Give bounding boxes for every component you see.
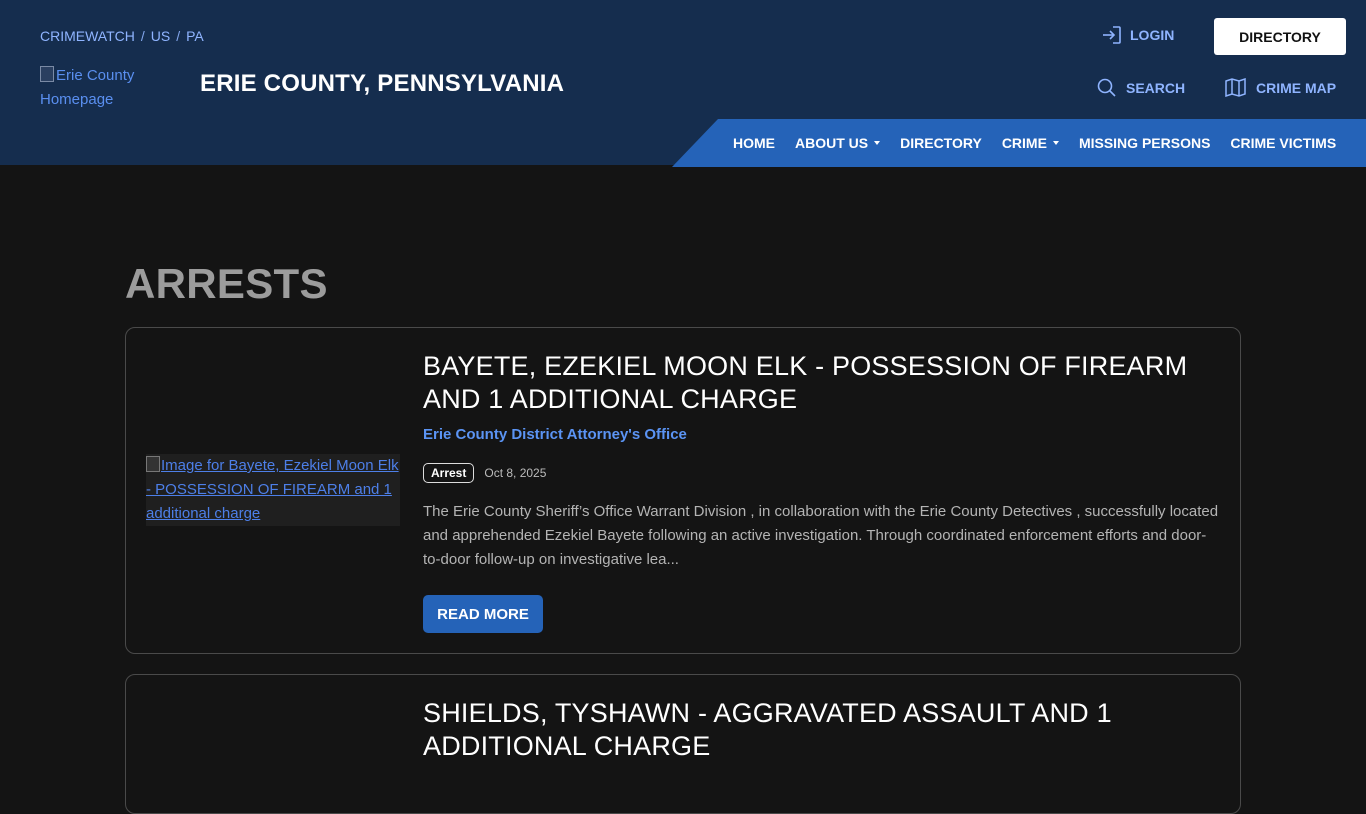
card-title-link[interactable]: SHIELDS, TYSHAWN - AGGRAVATED ASSAULT AN… <box>423 697 1223 763</box>
caret-down-icon <box>1052 141 1059 145</box>
nav-crime-label: CRIME <box>1001 135 1047 151</box>
breadcrumb-separator: / <box>176 28 181 44</box>
nav-missing-persons-label: MISSING PERSONS <box>1078 135 1211 151</box>
card-image-link[interactable]: Image for Bayete, Ezekiel Moon Elk - POS… <box>146 454 400 526</box>
nav-directory-label: DIRECTORY <box>900 135 982 151</box>
nav-crime-victims-label: CRIME VICTIMS <box>1230 135 1337 151</box>
search-link[interactable]: SEARCH <box>1097 78 1185 97</box>
login-arrow-icon <box>1103 26 1121 44</box>
nav-about-us[interactable]: ABOUT US <box>795 135 881 151</box>
search-icon <box>1097 78 1116 97</box>
map-icon <box>1225 78 1246 97</box>
card-image-alt: Image for Bayete, Ezekiel Moon Elk - POS… <box>146 457 399 522</box>
site-title[interactable]: ERIE COUNTY, PENNSYLVANIA <box>200 70 564 98</box>
breadcrumb-crimewatch[interactable]: CRIMEWATCH <box>40 28 135 44</box>
main-nav: HOME ABOUT US DIRECTORY CRIME MISSING PE… <box>733 119 1356 167</box>
breadcrumb: CRIMEWATCH / US / PA <box>40 28 204 44</box>
arrest-card: Image for Bayete, Ezekiel Moon Elk - POS… <box>125 327 1241 654</box>
read-more-button[interactable]: READ MORE <box>423 595 543 633</box>
crime-map-label: CRIME MAP <box>1256 79 1337 96</box>
nav-directory[interactable]: DIRECTORY <box>900 135 982 151</box>
nav-about-us-label: ABOUT US <box>795 135 869 151</box>
directory-button[interactable]: DIRECTORY <box>1214 18 1346 55</box>
site-logo-link[interactable]: Erie County Homepage <box>40 64 160 112</box>
nav-crime[interactable]: CRIME <box>1002 135 1059 151</box>
card-meta: Arrest Oct 8, 2025 <box>423 463 546 483</box>
caret-down-icon <box>874 141 881 145</box>
arrest-card: SHIELDS, TYSHAWN - AGGRAVATED ASSAULT AN… <box>125 674 1241 814</box>
logo-alt-text: Erie County Homepage <box>40 67 135 108</box>
search-label: SEARCH <box>1126 79 1186 96</box>
agency-link[interactable]: Erie County District Attorney's Office <box>423 426 687 443</box>
broken-image-icon <box>146 456 160 472</box>
card-excerpt: The Erie County Sheriff’s Office Warrant… <box>423 503 1219 568</box>
breadcrumb-separator: / <box>140 28 145 44</box>
crime-map-link[interactable]: CRIME MAP <box>1225 78 1336 97</box>
breadcrumb-pa[interactable]: PA <box>186 28 204 44</box>
card-title-link[interactable]: BAYETE, EZEKIEL MOON ELK - POSSESSION OF… <box>423 350 1223 416</box>
nav-home[interactable]: HOME <box>733 135 775 151</box>
nav-home-label: HOME <box>733 135 775 151</box>
breadcrumb-us[interactable]: US <box>151 28 170 44</box>
category-badge: Arrest <box>423 463 475 483</box>
page-title: ARRESTS <box>125 260 328 307</box>
login-link[interactable]: LOGIN <box>1102 26 1174 44</box>
post-date: Oct 8, 2025 <box>484 466 547 480</box>
nav-missing-persons[interactable]: MISSING PERSONS <box>1079 135 1210 151</box>
login-label: LOGIN <box>1130 27 1175 43</box>
nav-crime-victims[interactable]: CRIME VICTIMS <box>1230 135 1336 151</box>
broken-image-icon <box>40 66 54 82</box>
